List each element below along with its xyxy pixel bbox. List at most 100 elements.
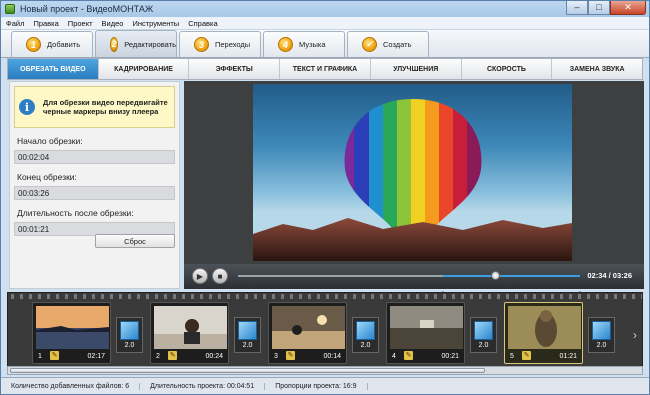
tab-text-graphics[interactable]: ТЕКСТ И ГРАФИКА — [280, 59, 371, 79]
checkmark-icon: ✓ — [362, 37, 377, 52]
timecode: 02:34 / 03:26 — [587, 271, 632, 280]
clip-thumbnail — [154, 306, 227, 349]
menu-project[interactable]: Проект — [68, 19, 93, 28]
transition-slot[interactable]: 2.0 — [234, 317, 261, 353]
pencil-icon[interactable]: ✎ — [404, 351, 413, 360]
step-music[interactable]: 4 Музыка — [263, 31, 345, 57]
transition-duration: 2.0 — [242, 342, 253, 349]
status-project-duration: Длительность проекта: 00:04:51 — [140, 382, 266, 390]
clip-duration: 02:17 — [87, 353, 105, 360]
transition-slot[interactable]: 2.0 — [470, 317, 497, 353]
timeline-scrollbar[interactable] — [7, 366, 643, 375]
timeline-clip[interactable]: 3 ✎ 00:14 — [268, 302, 347, 364]
clip-number: 3 — [274, 353, 278, 360]
timeline-clip[interactable]: 4 ✎ 00:21 — [386, 302, 465, 364]
clip-duration: 01:21 — [559, 353, 577, 360]
tab-effects[interactable]: ЭФФЕКТЫ — [189, 59, 281, 79]
status-file-count: Количество добавленных файлов: 6 — [1, 382, 141, 390]
step-transitions[interactable]: 3 Переходы — [179, 31, 261, 57]
step-add[interactable]: 1 Добавить — [11, 31, 93, 57]
trim-range-fill — [443, 275, 580, 277]
tab-replace-audio[interactable]: ЗАМЕНА ЗВУКА — [552, 59, 642, 79]
clip-duration: 00:21 — [441, 353, 459, 360]
step-number-badge: 1 — [26, 37, 41, 52]
timeline-filmstrip: 1 ✎ 02:17 2.0 2 ✎ 00:24 2.0 3 ✎ 00:14 2.… — [7, 292, 643, 375]
trim-start-label: Начало обрезки: — [17, 136, 83, 146]
pencil-icon[interactable]: ✎ — [522, 351, 531, 360]
chevron-right-icon[interactable]: › — [630, 318, 640, 352]
clip-duration: 00:24 — [205, 353, 223, 360]
clip-thumbnail — [390, 306, 463, 349]
status-aspect-ratio: Пропорции проекта: 16:9 — [265, 382, 368, 390]
step-number-badge: 3 — [194, 37, 209, 52]
player-controls: ▶ ■ 02:34 / 03:26 — [184, 264, 644, 296]
step-number-badge: 4 — [278, 37, 293, 52]
title-bar: Новый проект - ВидеоМОНТАЖ – □ ✕ — [1, 1, 649, 17]
maximize-button[interactable]: □ — [588, 1, 610, 15]
clip-number: 2 — [156, 353, 160, 360]
step-number-badge: 2 — [110, 36, 119, 52]
trim-duration-label: Длительность после обрезки: — [17, 208, 134, 218]
pencil-icon[interactable]: ✎ — [50, 351, 59, 360]
clip-number: 5 — [510, 353, 514, 360]
step-label: Музыка — [299, 40, 326, 49]
menu-tools[interactable]: Инструменты — [132, 19, 179, 28]
transition-slot[interactable]: 2.0 — [352, 317, 379, 353]
window-title: Новый проект - ВидеоМОНТАЖ — [20, 4, 154, 14]
tab-trim-video[interactable]: ОБРЕЗАТЬ ВИДЕО — [8, 59, 99, 79]
step-create[interactable]: ✓ Создать — [347, 31, 429, 57]
transition-duration: 2.0 — [596, 342, 607, 349]
transition-icon — [474, 321, 493, 340]
menu-edit[interactable]: Правка — [33, 19, 58, 28]
menu-help[interactable]: Справка — [188, 19, 217, 28]
transition-icon — [238, 321, 257, 340]
tab-enhancements[interactable]: УЛУЧШЕНИЯ — [371, 59, 462, 79]
reset-button[interactable]: Сброс — [95, 234, 175, 248]
transition-duration: 2.0 — [360, 342, 371, 349]
seek-bar[interactable] — [238, 271, 583, 296]
pencil-icon[interactable]: ✎ — [168, 351, 177, 360]
trim-panel: i Для обрезки видео передвигайте черные … — [9, 81, 180, 289]
play-icon[interactable]: ▶ — [192, 268, 208, 284]
step-label: Добавить — [47, 40, 81, 49]
scrollbar-thumb[interactable] — [10, 368, 485, 373]
app-window: Новый проект - ВидеоМОНТАЖ – □ ✕ Файл Пр… — [0, 0, 650, 395]
clip-thumbnail — [508, 306, 581, 349]
step-label: Редактировать — [124, 39, 176, 49]
menu-video[interactable]: Видео — [102, 19, 124, 28]
close-button[interactable]: ✕ — [610, 1, 646, 15]
transition-slot[interactable]: 2.0 — [588, 317, 615, 353]
tab-speed[interactable]: СКОРОСТЬ — [462, 59, 553, 79]
status-bar: Количество добавленных файлов: 6 Длитель… — [1, 377, 649, 394]
clip-number: 4 — [392, 353, 396, 360]
balloon-scene-image — [253, 99, 572, 261]
app-logo-icon — [5, 4, 15, 14]
transition-duration: 2.0 — [124, 342, 135, 349]
stop-icon[interactable]: ■ — [212, 268, 228, 284]
video-preview[interactable] — [253, 84, 572, 261]
transition-duration: 2.0 — [478, 342, 489, 349]
transition-slot[interactable]: 2.0 — [116, 317, 143, 353]
transition-icon — [592, 321, 611, 340]
playhead-knob[interactable] — [490, 271, 500, 280]
transition-icon — [120, 321, 139, 340]
menu-bar: Файл Правка Проект Видео Инструменты Спр… — [1, 17, 649, 30]
menu-file[interactable]: Файл — [6, 19, 24, 28]
step-label: Переходы — [215, 40, 251, 49]
step-label: Создать — [383, 40, 412, 49]
transition-icon — [356, 321, 375, 340]
step-edit[interactable]: 2 Редактировать — [95, 30, 177, 57]
pencil-icon[interactable]: ✎ — [286, 351, 295, 360]
edit-tabs: ОБРЕЗАТЬ ВИДЕО КАДРИРОВАНИЕ ЭФФЕКТЫ ТЕКС… — [7, 58, 643, 80]
timeline-clip[interactable]: 2 ✎ 00:24 — [150, 302, 229, 364]
workflow-steps: 1 Добавить 2 Редактировать 3 Переходы 4 Музы… — [1, 30, 649, 58]
tab-crop[interactable]: КАДРИРОВАНИЕ — [99, 59, 190, 79]
trim-end-field[interactable]: 00:03:26 — [14, 186, 175, 200]
timeline-clip[interactable]: 1 ✎ 02:17 — [32, 302, 111, 364]
hint-box: i Для обрезки видео передвигайте черные … — [14, 86, 175, 128]
clip-thumbnail — [36, 306, 109, 349]
trim-start-field[interactable]: 00:02:04 — [14, 150, 175, 164]
minimize-button[interactable]: – — [566, 1, 588, 15]
hint-text: Для обрезки видео передвигайте черные ма… — [43, 97, 168, 116]
timeline-clip-selected[interactable]: 5 ✎ 01:21 — [504, 302, 583, 364]
